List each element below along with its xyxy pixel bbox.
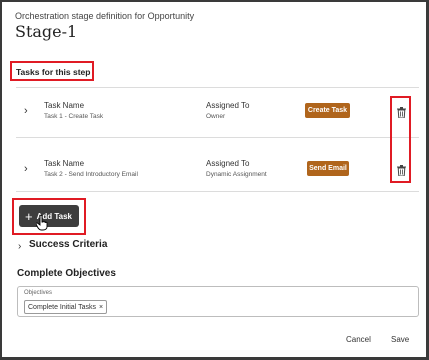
task-1-assigned-label: Assigned To — [206, 101, 250, 110]
complete-objectives-title: Complete Objectives — [17, 268, 116, 279]
trash-icon[interactable] — [397, 165, 406, 176]
task-2-assigned-label: Assigned To — [206, 159, 250, 168]
remove-chip-icon[interactable]: × — [99, 304, 103, 311]
cancel-button[interactable]: Cancel — [346, 335, 371, 344]
objective-chip-label: Complete Initial Tasks — [28, 303, 96, 311]
stage-panel: Orchestration stage definition for Oppor… — [2, 2, 426, 357]
save-button[interactable]: Save — [391, 335, 409, 344]
page-subtitle: Orchestration stage definition for Oppor… — [15, 11, 195, 21]
task-1-name-value: Task 1 - Create Task — [44, 113, 104, 120]
expand-task-1-chevron-icon[interactable]: › — [24, 105, 28, 117]
tasks-section-title: Tasks for this step — [10, 61, 94, 81]
hand-cursor-icon — [36, 215, 48, 231]
page-title: Stage-1 — [15, 22, 78, 41]
expand-task-2-chevron-icon[interactable]: › — [24, 163, 28, 175]
objectives-field[interactable]: Objectives Complete Initial Tasks × — [17, 286, 419, 317]
objective-chip: Complete Initial Tasks × — [24, 300, 108, 314]
plus-icon: + — [25, 208, 33, 224]
task-2-name-label: Task Name — [44, 159, 85, 168]
objectives-field-label: Objectives — [24, 290, 53, 296]
delete-actions-highlight — [390, 96, 411, 183]
success-criteria-label[interactable]: Success Criteria — [29, 239, 107, 250]
expand-success-criteria-chevron-icon[interactable]: › — [18, 241, 21, 252]
task-2-assigned-value: Dynamic Assignment — [206, 171, 267, 178]
task-1-name-label: Task Name — [44, 101, 85, 110]
task-2-name-value: Task 2 - Send Introductory Email — [44, 171, 138, 178]
divider — [16, 87, 419, 88]
task-1-assigned-value: Owner — [206, 113, 226, 120]
trash-icon[interactable] — [397, 107, 406, 118]
send-email-button[interactable]: Send Email — [307, 161, 349, 176]
divider — [16, 137, 419, 138]
add-task-highlight: + Add Task — [12, 198, 86, 235]
add-task-button[interactable]: + Add Task — [19, 205, 79, 227]
divider — [16, 191, 419, 192]
create-task-button[interactable]: Create Task — [305, 103, 350, 118]
